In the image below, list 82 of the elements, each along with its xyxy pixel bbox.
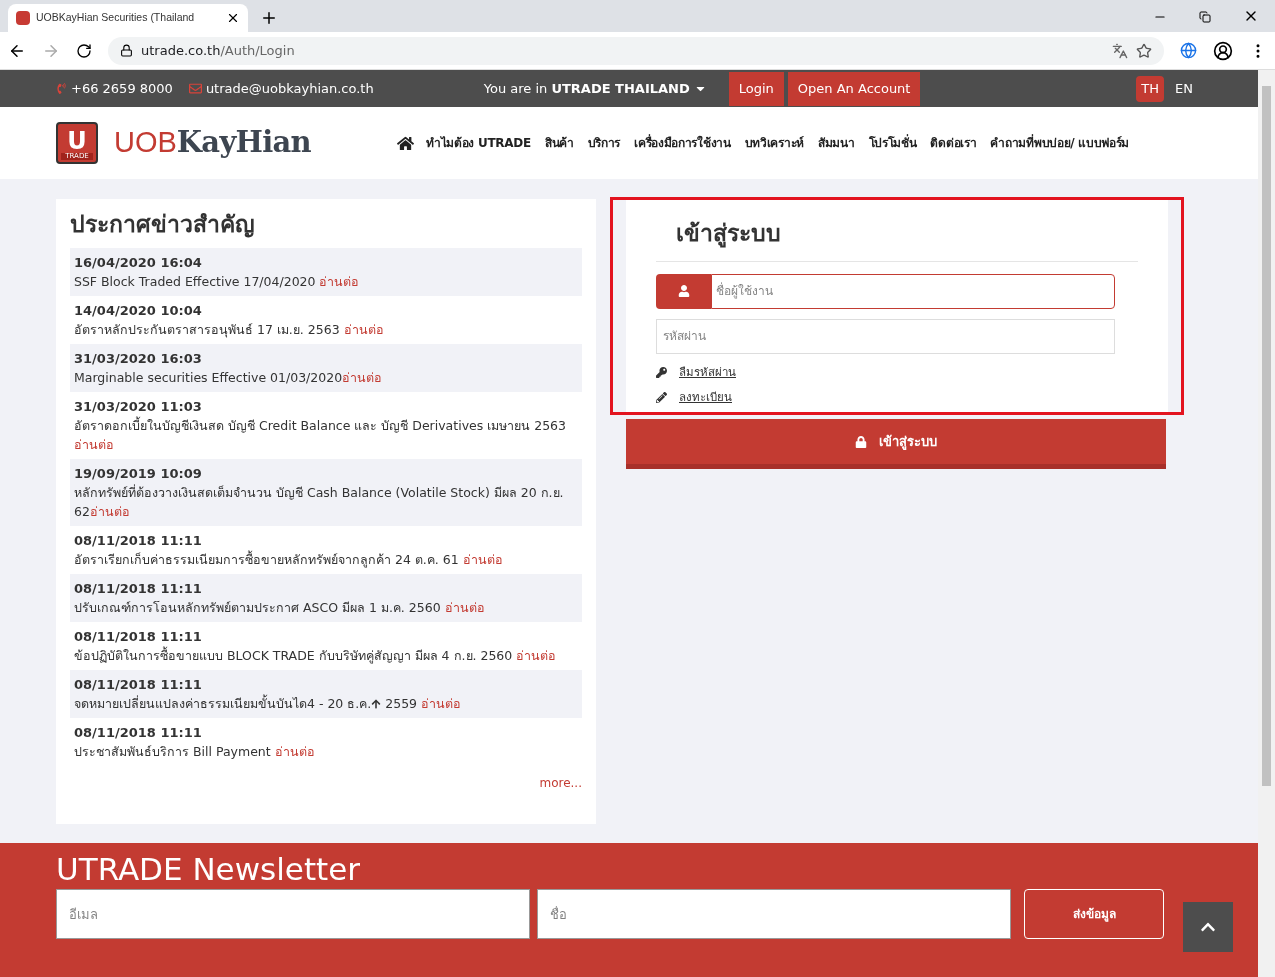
nav-link[interactable]: เครื่องมือการใช้งาน — [634, 134, 731, 152]
lock-icon — [120, 44, 133, 57]
read-more-link[interactable]: อ่านต่อ — [274, 743, 315, 759]
read-more-link[interactable]: อ่านต่อ — [421, 695, 461, 711]
nav-link[interactable]: สัมมนา — [818, 134, 855, 152]
phone-icon — [56, 83, 67, 94]
read-more-link[interactable]: อ่านต่อ — [444, 599, 485, 615]
address-bar[interactable]: utrade.co.th/Auth/Login — [108, 36, 1164, 65]
up-arrow-icon — [371, 699, 382, 709]
login-submit-button[interactable]: เข้าสู่ระบบ — [626, 419, 1166, 469]
language-option[interactable]: EN — [1170, 75, 1198, 102]
news-date: 14/04/2020 10:04 — [74, 301, 203, 320]
read-more-link[interactable]: อ่านต่อ — [319, 273, 360, 289]
nav-link[interactable]: สินค้า — [544, 134, 574, 152]
extension-icon[interactable] — [1180, 42, 1197, 59]
news-text: หลักทรัพย์ที่ต้องวางเงินสดเต็มจำนวน บัญชี Cash Balance (Volatile Stock) มีผล 20 ก.ย. 62อ่านต่อ — [74, 483, 565, 521]
nav-link[interactable]: ทำไมต้อง UTRADE — [425, 134, 531, 152]
news-date: 08/11/2018 11:11 — [74, 579, 203, 598]
news-text: ปรับเกณฑ์การโอนหลักทรัพย์ตามประกาศ ASCO มีผล 1 ม.ค. 2560 อ่านต่อ — [74, 598, 486, 617]
read-more-link[interactable]: อ่านต่อ — [89, 503, 130, 519]
news-text: SSF Block Traded Effective 17/04/2020 อ่านต่อ — [74, 272, 361, 291]
logo-wordmark: UOBKayHian — [114, 124, 311, 162]
news-text: อัตราหลักประกันตราสารอนุพันธ์ 17 เม.ย. 2563 อ่านต่อ — [74, 320, 385, 339]
read-more-link[interactable]: อ่านต่อ — [462, 551, 503, 567]
name-field[interactable]: ชื่อ — [537, 889, 1011, 939]
login-title: เข้าสู่ระบบ — [656, 216, 1138, 262]
news-text: Marginable securities Effective 01/03/2020อ่านต่อ — [74, 368, 384, 387]
scrollbar[interactable] — [1258, 70, 1275, 977]
read-more-link[interactable]: อ่านต่อ — [342, 369, 383, 385]
email-field[interactable]: อีเมล — [56, 889, 530, 939]
read-more-link[interactable]: อ่านต่อ — [343, 321, 384, 337]
lock-icon — [855, 435, 867, 448]
nav-link[interactable]: ติดต่อเรา — [930, 134, 977, 152]
register-link[interactable]: ลงทะเบียน — [679, 388, 732, 406]
email-address: utrade@uobkayhian.co.th — [205, 79, 374, 98]
news-date: 16/04/2020 16:04 — [74, 253, 203, 272]
key-icon — [656, 366, 667, 378]
submit-newsletter-button[interactable]: ส่งข้อมูล — [1024, 889, 1164, 939]
star-icon[interactable] — [1136, 42, 1152, 59]
news-date: 31/03/2020 11:03 — [74, 397, 203, 416]
home-icon[interactable] — [396, 134, 414, 152]
open-account-button[interactable]: Open An Account — [787, 71, 921, 106]
news-title: ประกาศข่าวสำคัญ — [70, 210, 256, 240]
translate-icon[interactable] — [1112, 42, 1128, 59]
news-date: 08/11/2018 11:11 — [74, 627, 203, 646]
news-text: ข้อปฏิบัติในการซื้อขายแบบ BLOCK TRADE กับบริษัทคู่สัญญา มีผล 4 ก.ย. 2560 อ่านต่อ — [74, 645, 558, 665]
news-date: 31/03/2020 16:03 — [74, 349, 203, 368]
news-date: 08/11/2018 11:11 — [74, 675, 203, 694]
close-icon[interactable] — [226, 11, 240, 25]
nav-link[interactable]: โปรโมชั่น — [868, 134, 917, 152]
news-text: จดหมายเปลี่ยนแปลงค่าธรรมเนียมขั้นบันได4 - 20 ธ.ค. 2559 อ่านต่อ — [74, 693, 462, 713]
region-selector[interactable]: You are in UTRADE THAILAND — [483, 78, 707, 99]
read-more-link[interactable]: อ่านต่อ — [74, 436, 114, 452]
read-more-link[interactable]: อ่านต่อ — [516, 647, 557, 663]
login-button[interactable]: Login — [728, 71, 784, 106]
pencil-icon — [656, 391, 667, 403]
nav-link[interactable]: บทวิเคราะห์ — [744, 134, 804, 152]
news-date: 19/09/2019 10:09 — [74, 464, 203, 483]
reload-icon[interactable] — [76, 42, 92, 59]
profile-icon[interactable] — [1213, 40, 1233, 61]
language-option[interactable]: TH — [1136, 75, 1165, 102]
news-text: ประชาสัมพันธ์บริการ Bill Payment อ่านต่อ — [74, 742, 316, 761]
new-tab-icon[interactable] — [260, 9, 278, 27]
tab-favicon-icon — [16, 11, 30, 25]
news-date: 08/11/2018 11:11 — [74, 723, 203, 742]
user-icon — [677, 285, 690, 297]
nav-link[interactable]: บริการ — [587, 134, 621, 152]
forgot-password-link[interactable]: ลืมรหัสผ่าน — [679, 363, 736, 381]
news-text: อัตราเรียกเก็บค่าธรรมเนียมการซื้อขายหลักทรัพย์จากลูกค้า 24 ต.ค. 61 อ่านต่อ — [74, 549, 504, 569]
news-date: 08/11/2018 11:11 — [74, 531, 203, 550]
browser-tab[interactable]: UOBKayHian Securities (Thailand — [8, 4, 248, 32]
newsletter-title: UTRADE Newsletter — [56, 850, 361, 889]
nav-link[interactable]: คำถามที่พบบ่อย/ แบบฟอร์ม — [990, 134, 1130, 152]
password-field[interactable]: รหัสผ่าน — [656, 318, 1115, 354]
news-text: อัตราดอกเบี้ยในบัญชีเงินสด บัญชี Credit Balance และ บัญชี Derivatives เมษายน 2563 อ่านต่อ — [74, 415, 567, 454]
email-icon — [188, 82, 202, 95]
phone-number: +66 2659 8000 — [71, 79, 173, 98]
restore-icon[interactable] — [1199, 11, 1211, 23]
tab-title: UOBKayHian Securities (Thailand — [36, 10, 196, 26]
username-field[interactable]: ชื่อผู้ใช้งาน — [711, 273, 1115, 309]
url-text: utrade.co.th/Auth/Login — [141, 41, 295, 60]
more-link[interactable]: more... — [539, 773, 582, 792]
